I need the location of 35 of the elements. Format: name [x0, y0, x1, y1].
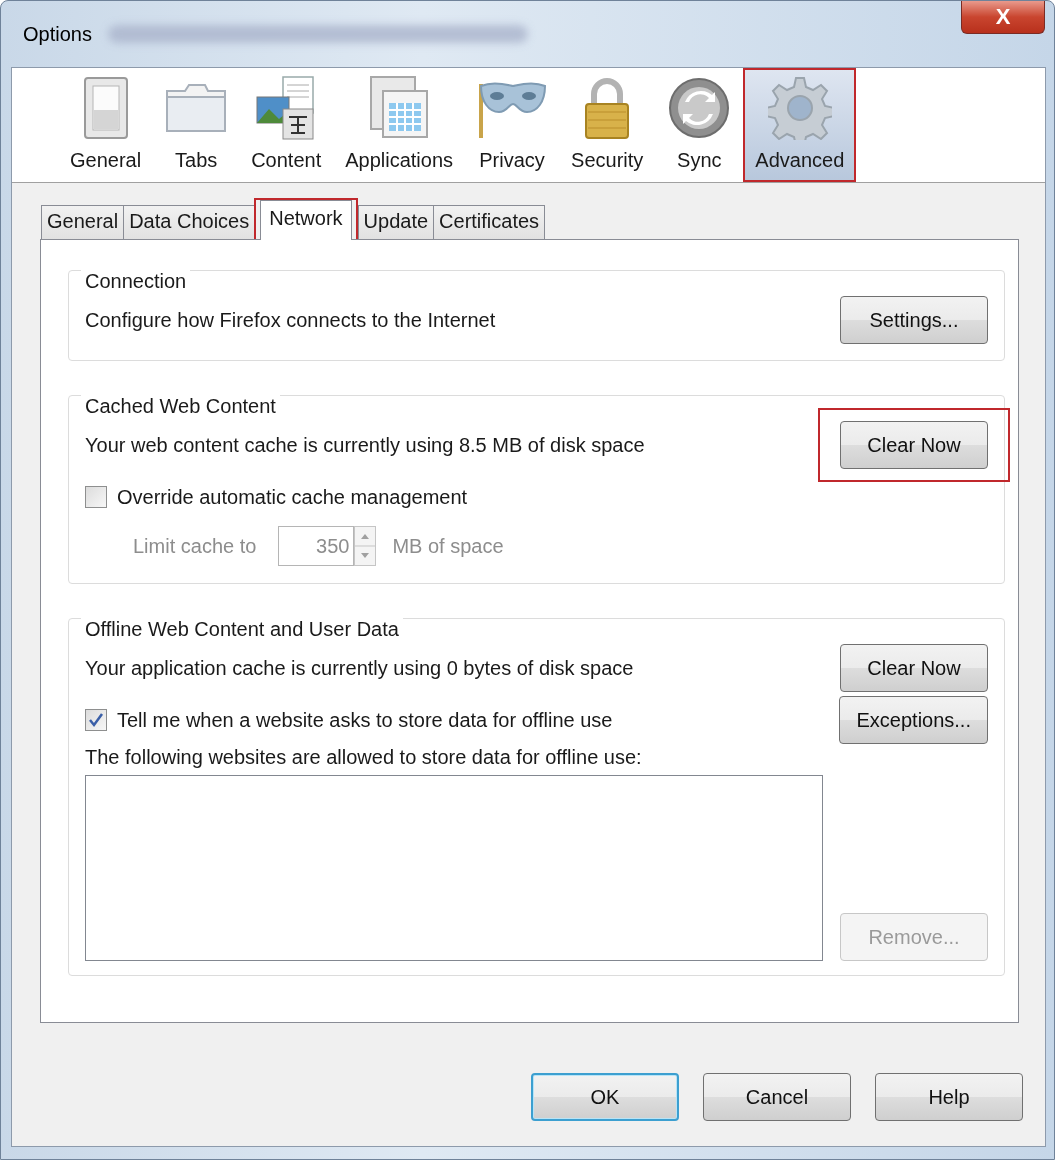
gear-icon — [767, 76, 832, 140]
window-title: Options — [23, 22, 92, 46]
dialog-button[interactable]: Cancel — [703, 1073, 851, 1121]
close-button[interactable]: X — [961, 1, 1045, 34]
tab[interactable]: Data Choices — [123, 205, 256, 239]
category-button[interactable]: Advanced — [743, 68, 857, 182]
category-button[interactable]: Content — [239, 68, 334, 182]
tab[interactable]: Network — [260, 200, 352, 240]
dialog-button[interactable]: OK — [531, 1073, 679, 1121]
checkbox-label: Override automatic cache management — [117, 485, 468, 509]
checkbox[interactable] — [85, 486, 107, 508]
tab[interactable]: Update — [357, 205, 435, 239]
action-button[interactable]: Clear Now — [840, 644, 988, 692]
tab[interactable]: General — [41, 205, 125, 239]
list-caption: The following websites are allowed to store data for offline use: — [85, 746, 643, 769]
checkbox-label: Tell me when a website asks to store data for offline use — [117, 708, 613, 732]
description-text: Your application cache is currently using 0 bytes of disk space — [85, 656, 634, 680]
category-button[interactable]: Security — [559, 68, 656, 182]
category-button[interactable]: Applications — [333, 68, 466, 182]
dialog-button[interactable]: Help — [875, 1073, 1023, 1121]
description-text: Configure how Firefox connects to the Internet — [85, 308, 496, 332]
unit-label: MB of space — [392, 534, 504, 558]
tab[interactable]: Certificates — [433, 205, 546, 239]
limit-label: Limit cache to — [133, 534, 257, 558]
action-button[interactable]: Settings... — [840, 296, 988, 344]
category-button[interactable]: Tabs — [153, 68, 240, 182]
sync-icon — [667, 76, 732, 140]
exceptions-button[interactable]: Exceptions... — [839, 696, 988, 744]
description-text: Your web content cache is currently using 8.5 MB of disk space — [85, 433, 645, 457]
folder-icon — [165, 83, 228, 133]
checkbox[interactable] — [85, 709, 107, 731]
category-button[interactable]: Sync — [655, 68, 744, 182]
category-button[interactable]: General — [58, 68, 154, 182]
action-button[interactable]: Clear Now — [840, 421, 988, 469]
category-button[interactable]: Privacy — [465, 68, 560, 182]
